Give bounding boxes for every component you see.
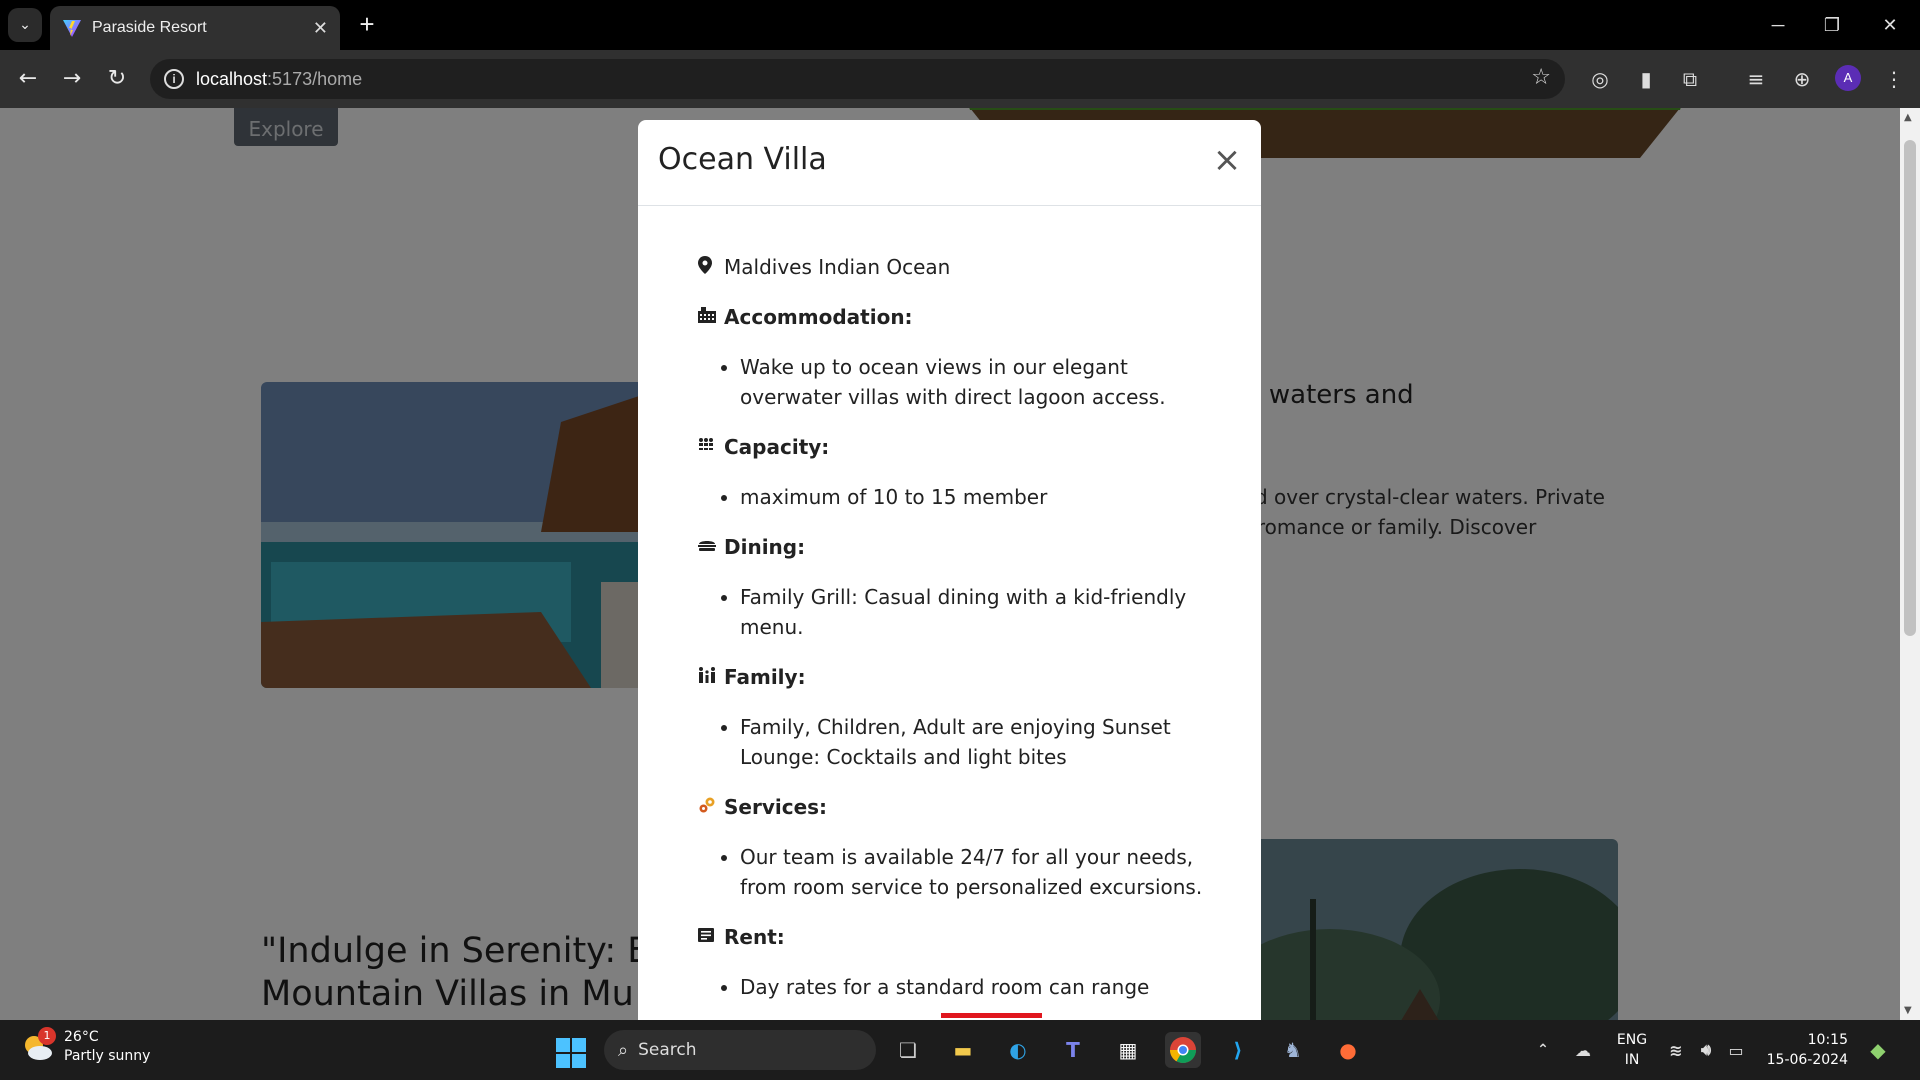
hotel-building-icon [698,307,720,327]
modal-header: Ocean Villa × [638,120,1261,206]
extension-doc-icon[interactable]: ▮ [1632,65,1660,93]
burger-icon [698,538,720,556]
download-icon[interactable]: ⊕ [1788,65,1816,93]
tab-title: Paraside Resort [92,19,207,36]
address-bar[interactable]: i localhost:5173/home ☆ [150,59,1565,99]
menu-kebab-icon[interactable]: ⋮ [1880,65,1908,93]
media-control-icon[interactable]: ≡ [1742,65,1770,93]
page-viewport: Explore ear waters and ned over crystal-… [0,108,1920,1020]
location-row: Maldives Indian Ocean [698,252,1218,282]
system-clock[interactable]: 10:15 15-06-2024 [1758,1030,1848,1070]
close-window-button[interactable]: ✕ [1872,10,1908,40]
modal-body: Maldives Indian Ocean Accommodation: Wak… [698,252,1218,1020]
section-heading-rent: Rent: [698,922,1218,952]
list-item: Wake up to ocean views in our elegant ov… [740,352,1218,412]
weather-description: Partly sunny [64,1048,151,1064]
tray-overflow-chevron-icon[interactable]: ⌃ [1525,1032,1561,1068]
restore-button[interactable]: ❐ [1814,10,1850,40]
postman-icon[interactable]: ● [1330,1032,1366,1068]
extension-circle-icon[interactable]: ◎ [1586,65,1614,93]
list-item: Day rates for a standard room can range [740,972,1218,1002]
people-group-icon [698,437,720,457]
section-heading-services: Services: [698,792,1218,822]
list-item: maximum of 10 to 15 member [740,482,1218,512]
section-heading-dining: Dining: [698,532,1218,562]
capacity-list: maximum of 10 to 15 member [698,482,1218,512]
edge-browser-icon[interactable]: ◐ [1000,1032,1036,1068]
task-view-icon[interactable]: ❏ [890,1032,926,1068]
page-content: Explore ear waters and ned over crystal-… [0,108,1900,1020]
spellcheck-underline [941,1013,1042,1018]
receipt-icon [698,927,720,947]
modal-title: Ocean Villa [658,142,827,177]
store-icon[interactable]: ▦ [1110,1032,1146,1068]
weather-widget[interactable]: 1 26°C Partly sunny [20,1027,151,1066]
dining-list: Family Grill: Casual dining with a kid-f… [698,582,1218,642]
weather-badge: 1 [38,1027,56,1045]
weather-temperature: 26°C [64,1029,99,1045]
accommodation-list: Wake up to ocean views in our elegant ov… [698,352,1218,412]
section-heading-capacity: Capacity: [698,432,1218,462]
rent-list: Day rates for a standard room can range [698,972,1218,1002]
list-item: Our team is available 24/7 for all your … [740,842,1218,902]
copilot-icon[interactable]: ◆ [1860,1032,1896,1068]
location-text: Maldives Indian Ocean [724,255,951,279]
language-indicator[interactable]: ENG IN [1612,1030,1652,1070]
reload-button[interactable]: ↻ [101,63,133,95]
search-icon: ⌕ [618,1039,629,1061]
tab-search-button[interactable]: ⌄ [8,8,42,42]
search-label: Search [638,1040,697,1060]
forward-button[interactable]: → [56,63,88,95]
scroll-up-arrow-icon[interactable]: ▲ [1904,112,1912,123]
services-list: Our team is available 24/7 for all your … [698,842,1218,902]
page-scrollbar[interactable]: ▲ ▼ [1900,108,1920,1020]
browser-tab[interactable]: Paraside Resort ✕ [50,6,340,50]
section-heading-family: Family: [698,662,1218,692]
vite-logo-icon [63,20,81,37]
villa-modal: Ocean Villa × Maldives Indian Ocean Acco… [638,120,1261,1020]
url-text: localhost:5173/home [196,69,363,89]
scrollbar-thumb[interactable] [1904,140,1916,636]
map-pin-icon [698,256,720,278]
scroll-down-arrow-icon[interactable]: ▼ [1904,1005,1912,1016]
profile-avatar[interactable]: A [1835,65,1861,91]
chrome-icon[interactable] [1165,1032,1201,1068]
family-list: Family, Children, Adult are enjoying Sun… [698,712,1218,772]
new-tab-button[interactable]: + [352,10,382,40]
teams-icon[interactable]: T [1055,1032,1091,1068]
partly-sunny-icon: 1 [20,1027,56,1065]
list-item: Family, Children, Adult are enjoying Sun… [740,712,1218,772]
browser-tab-bar: ⌄ Paraside Resort ✕ + ─ ❐ ✕ [0,0,1920,50]
taskbar-search[interactable]: ⌕ Search [604,1030,876,1070]
list-item: Family Grill: Casual dining with a kid-f… [740,582,1218,642]
site-info-icon[interactable]: i [164,69,184,89]
modal-close-button[interactable]: × [1209,142,1245,178]
tab-close-icon[interactable]: ✕ [313,18,328,39]
browser-toolbar: ← → ↻ i localhost:5173/home ☆ ◎ ▮ ⧉ ≡ ⊕ … [0,50,1920,108]
chevron-down-icon: ⌄ [19,17,31,33]
postgresql-icon[interactable]: ♞ [1275,1032,1311,1068]
file-explorer-icon[interactable]: ▬ [945,1032,981,1068]
bookmark-star-icon[interactable]: ☆ [1531,65,1551,90]
onedrive-icon[interactable]: ☁ [1565,1032,1601,1068]
gears-icon [698,796,720,818]
start-button[interactable] [556,1038,586,1068]
extensions-puzzle-icon[interactable]: ⧉ [1676,65,1704,93]
battery-icon[interactable]: ▭ [1718,1032,1754,1068]
vscode-icon[interactable]: ⟩ [1220,1032,1256,1068]
section-heading-accommodation: Accommodation: [698,302,1218,332]
windows-taskbar: 1 26°C Partly sunny ⌕ Search ❏ ▬ ◐ T ▦ ⟩… [0,1020,1920,1080]
family-icon [698,667,720,687]
minimize-button[interactable]: ─ [1760,10,1796,40]
back-button[interactable]: ← [12,63,44,95]
